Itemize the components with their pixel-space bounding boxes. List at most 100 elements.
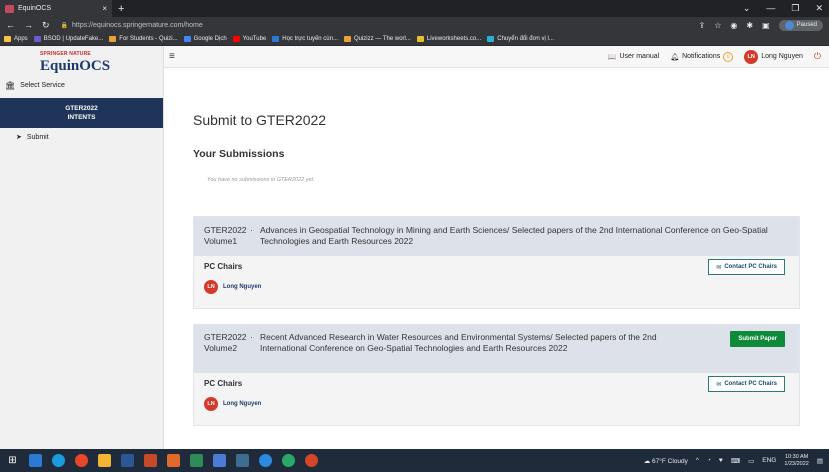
- submit-paper-button[interactable]: Submit Paper: [730, 331, 785, 347]
- bookmark-item[interactable]: Apps: [4, 36, 28, 42]
- weather-widget[interactable]: ☁ 67°F Cloudy: [644, 457, 688, 465]
- tab-close-icon[interactable]: ×: [102, 4, 107, 13]
- sidebar: SPRINGER NATURE EquinOCS 🏛 Select Servic…: [0, 46, 164, 449]
- browser-tab[interactable]: EquinOCS ×: [0, 0, 112, 17]
- bookmark-star-icon[interactable]: ☆: [714, 21, 721, 30]
- profile-avatar-icon: [784, 20, 794, 30]
- logo[interactable]: SPRINGER NATURE EquinOCS: [0, 46, 163, 76]
- new-tab-button[interactable]: +: [118, 3, 124, 15]
- windows-start-icon[interactable]: ⊞: [6, 454, 19, 467]
- contact-pc-chairs-button[interactable]: ✉ Contact PC Chairs: [708, 376, 785, 392]
- profile-status: Paused: [796, 22, 817, 28]
- bookmark-label: Liveworksheets.co...: [426, 36, 482, 42]
- bookmark-item[interactable]: Google Dịch: [183, 36, 227, 42]
- tray-expand-icon[interactable]: ^: [696, 457, 699, 464]
- browser-icon[interactable]: [259, 454, 272, 467]
- edge-icon[interactable]: [29, 454, 42, 467]
- bookmark-favicon-icon: [232, 36, 240, 42]
- sidepanel-icon[interactable]: ▣: [762, 21, 770, 30]
- telegram-icon[interactable]: [52, 454, 65, 467]
- taskbar: ⊞ ☁ 67°F Cloudy ^ ◔ ♥ ⌨ ▭ ENG 10:30 AM 1…: [0, 449, 829, 472]
- bookmark-favicon-icon: [183, 36, 191, 42]
- maximize-icon[interactable]: ❐: [791, 3, 799, 14]
- sidebar-item-submit[interactable]: ➤ Submit: [0, 128, 163, 146]
- notifications-label: Notifications: [682, 53, 721, 60]
- puzzle-icon[interactable]: ✱: [746, 21, 753, 30]
- contact-label: Contact PC Chairs: [724, 381, 777, 387]
- hamburger-menu-icon[interactable]: ≡: [169, 51, 175, 62]
- clock[interactable]: 10:30 AM 1/23/2022: [784, 454, 808, 468]
- pc-chairs-label: PC Chairs: [204, 262, 243, 271]
- clock-time: 10:30 AM: [784, 453, 809, 460]
- bookmark-item[interactable]: Chuyển đổi đơn vị l...: [487, 36, 554, 42]
- notification-center-icon[interactable]: ▤: [817, 457, 823, 465]
- powerpoint-icon[interactable]: [144, 454, 157, 467]
- language-indicator[interactable]: ENG: [762, 457, 776, 464]
- profile-button[interactable]: Paused: [778, 19, 823, 31]
- paint-icon[interactable]: [167, 454, 180, 467]
- bookmark-item[interactable]: YouTube: [232, 36, 266, 42]
- reload-icon[interactable]: ↻: [42, 20, 50, 31]
- app-icon[interactable]: [282, 454, 295, 467]
- logo-product: EquinOCS: [40, 58, 111, 74]
- forward-icon[interactable]: →: [24, 20, 33, 30]
- grid-app-icon[interactable]: [190, 454, 203, 467]
- opera-icon[interactable]: [75, 454, 88, 467]
- photos-icon[interactable]: [213, 454, 226, 467]
- word-icon[interactable]: [121, 454, 134, 467]
- bookmark-item[interactable]: For Students - Quizi...: [109, 36, 178, 42]
- close-window-icon[interactable]: ✕: [815, 3, 823, 14]
- bookmark-label: Google Dịch: [193, 36, 227, 42]
- notifications-count-badge: 0: [723, 51, 734, 62]
- security-icon[interactable]: ♥: [719, 457, 723, 464]
- select-service-link[interactable]: 🏛 Select Service: [0, 76, 163, 95]
- minimize-icon[interactable]: —: [766, 3, 775, 14]
- network-icon[interactable]: ◔: [707, 457, 711, 464]
- bookmark-favicon-icon: [343, 36, 351, 42]
- separator: ·: [250, 332, 253, 342]
- pc-chairs-label: PC Chairs: [204, 379, 243, 388]
- chrome-icon[interactable]: [305, 454, 318, 467]
- volume-body: PC Chairs LN Long Nguyen ✉ Contact PC Ch…: [194, 256, 799, 308]
- section-title: Your Submissions: [193, 148, 285, 160]
- building-icon: 🏛: [5, 81, 16, 90]
- extension-icon[interactable]: ◉: [730, 21, 737, 30]
- select-service-label: Select Service: [20, 82, 65, 89]
- bookmark-favicon-icon: [4, 36, 11, 42]
- volume-code: GTER2022 Volume2: [204, 332, 247, 353]
- bookmark-favicon-icon: [272, 36, 280, 42]
- favicon-icon: [5, 4, 14, 13]
- bookmark-item[interactable]: Liveworksheets.co...: [416, 36, 482, 42]
- conference-badge[interactable]: GTER2022 INTENTS: [0, 98, 163, 128]
- contact-pc-chairs-button[interactable]: ✉ Contact PC Chairs: [708, 259, 785, 275]
- volume-code: GTER2022 Volume1: [204, 225, 247, 246]
- bookmark-favicon-icon: [109, 36, 117, 42]
- pc-chair[interactable]: LN Long Nguyen: [204, 397, 261, 411]
- tab-search-icon[interactable]: ⌄: [743, 3, 751, 14]
- system-tray: ☁ 67°F Cloudy ^ ◔ ♥ ⌨ ▭ ENG 10:30 AM 1/2…: [644, 454, 829, 468]
- notifications-button[interactable]: 🔔︎ Notifications 0: [670, 51, 734, 62]
- chrome-active-icon[interactable]: [236, 454, 249, 467]
- pc-chair-name: Long Nguyen: [223, 284, 262, 290]
- window-controls: ⌄ — ❐ ✕: [743, 3, 829, 14]
- file-explorer-icon[interactable]: [98, 454, 111, 467]
- user-manual-link[interactable]: 📖 User manual: [608, 53, 659, 61]
- logout-icon[interactable]: ⏻: [814, 51, 821, 62]
- cloud-icon: ☁: [643, 457, 651, 465]
- back-icon[interactable]: ←: [6, 20, 15, 30]
- bookmark-label: Quizizz — The worl...: [353, 36, 411, 42]
- display-icon[interactable]: ▭: [748, 457, 754, 465]
- bookmark-item[interactable]: Quizizz — The worl...: [343, 36, 411, 42]
- volume-body: PC Chairs LN Long Nguyen ✉ Contact PC Ch…: [194, 373, 799, 425]
- url-field[interactable]: 🔒 https://equinocs.springernature.com/ho…: [61, 22, 203, 29]
- pc-chair[interactable]: LN Long Nguyen: [204, 280, 261, 294]
- top-navigation: ≡ 📖 User manual 🔔︎ Notifications 0 LN Lo…: [164, 46, 829, 68]
- share-icon[interactable]: ⇪: [699, 21, 706, 30]
- bookmark-item[interactable]: Học trực tuyến cùn...: [272, 36, 338, 42]
- envelope-icon: ✉: [716, 381, 722, 388]
- bookmark-item[interactable]: BSOD | UpdateFake...: [33, 36, 103, 42]
- lock-icon[interactable]: 🔒: [61, 22, 68, 29]
- user-menu[interactable]: LN Long Nguyen: [744, 49, 803, 64]
- keyboard-icon[interactable]: ⌨: [731, 457, 740, 465]
- address-bar: ← → ↻ 🔒 https://equinocs.springernature.…: [0, 17, 829, 33]
